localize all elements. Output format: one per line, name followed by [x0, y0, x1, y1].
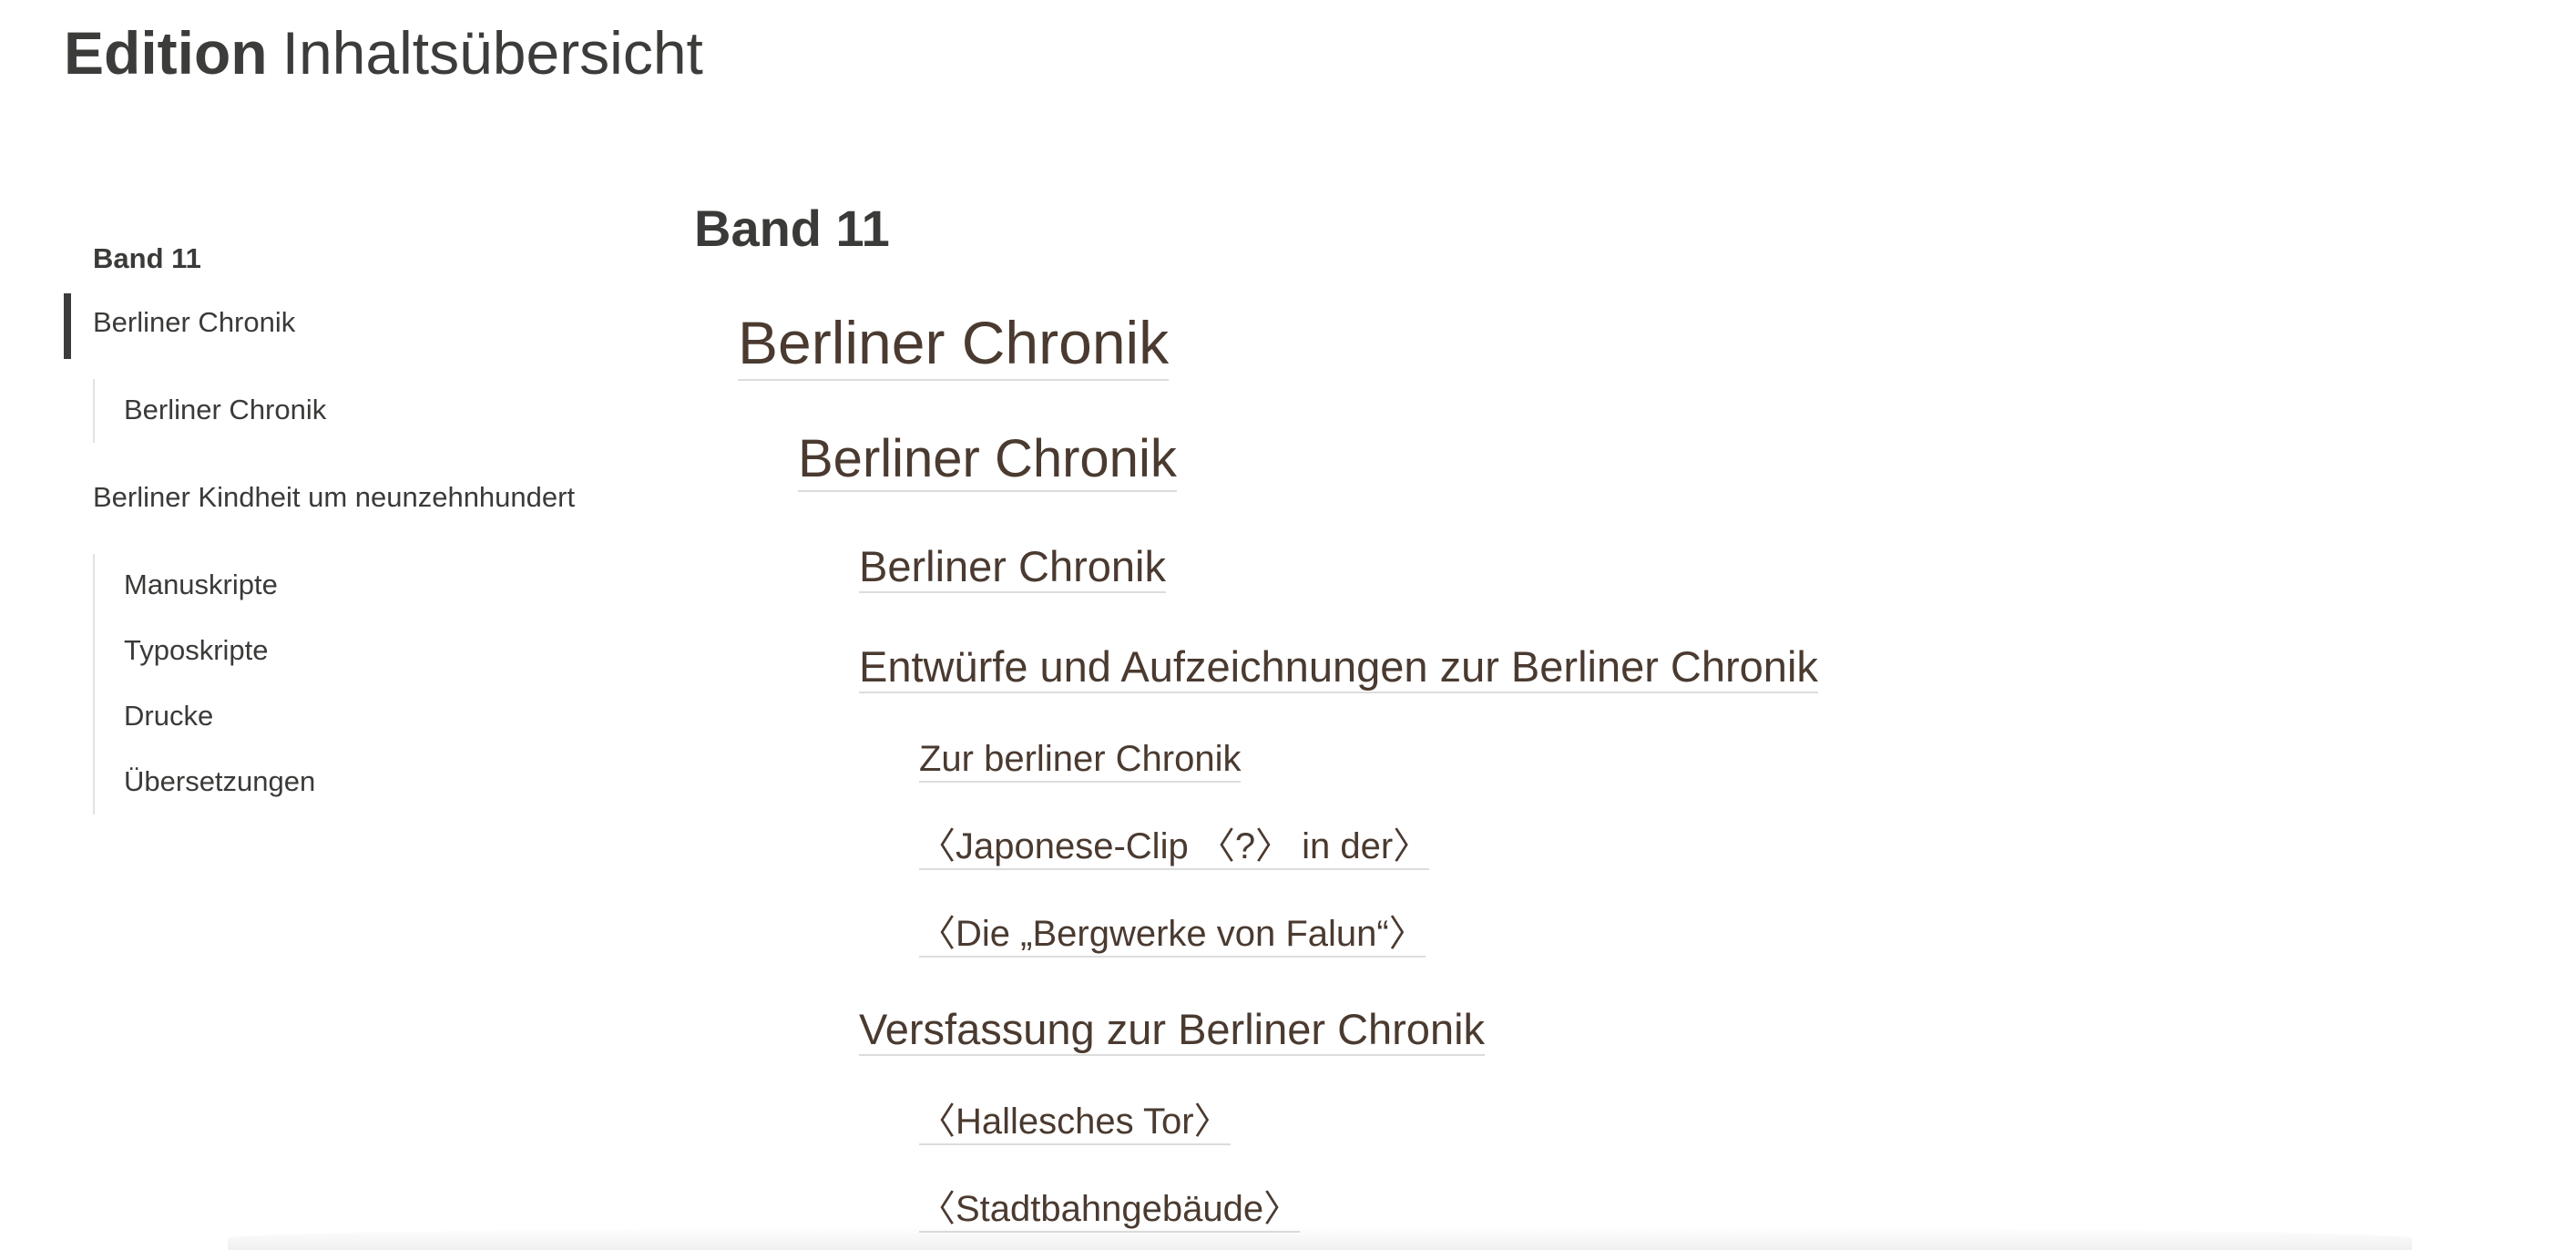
main-title: Band 11 [694, 200, 890, 257]
toc-link-entwuerfe[interactable]: Entwürfe und Aufzeichnungen zur Berliner… [859, 641, 1818, 694]
toc-link-versfassung[interactable]: Versfassung zur Berliner Chronik [859, 1004, 1486, 1057]
sidebar-subtree-line [93, 554, 95, 815]
sidebar-title: Band 11 [93, 242, 201, 274]
sidebar-item-uebersetzungen[interactable]: Übersetzungen [124, 765, 315, 798]
sidebar-item-typoskripte[interactable]: Typoskripte [124, 634, 269, 667]
toc-link-bergwerke-von-falun[interactable]: 〈Die „Bergwerke von Falun“〉 [919, 913, 1426, 958]
sidebar-subtree-line [93, 379, 95, 443]
page-header: Edition Inhaltsübersicht [64, 16, 703, 89]
toc-link-hallesches-tor[interactable]: 〈Hallesches Tor〉 [919, 1101, 1231, 1146]
header-subtitle: Inhaltsübersicht [281, 19, 703, 87]
toc-link-japonese-clip[interactable]: 〈Japonese-Clip 〈?〉 in der〉 [919, 825, 1430, 871]
toc-link-berliner-chronik-l2[interactable]: Berliner Chronik [798, 428, 1177, 493]
toc-link-berliner-chronik-l1[interactable]: Berliner Chronik [738, 308, 1170, 381]
page: Edition Inhaltsübersicht Band 11 Berliner… [0, 0, 2576, 1250]
sidebar-item-berliner-kindheit[interactable]: Berliner Kindheit um neunzehnhundert [93, 481, 575, 514]
toc-link-berliner-chronik-l3[interactable]: Berliner Chronik [859, 541, 1166, 594]
sidebar-item-manuskripte[interactable]: Manuskripte [124, 569, 278, 601]
toc-link-zur-berliner-chronik[interactable]: Zur berliner Chronik [919, 738, 1242, 784]
sidebar-item-drucke[interactable]: Drucke [124, 700, 213, 733]
header-edition: Edition [64, 19, 268, 87]
active-indicator [64, 293, 71, 359]
sidebar-item-berliner-chronik[interactable]: Berliner Chronik [93, 306, 295, 339]
bottom-scroll-shadow [228, 1226, 2412, 1250]
sidebar-item-berliner-chronik-sub[interactable]: Berliner Chronik [124, 394, 326, 426]
